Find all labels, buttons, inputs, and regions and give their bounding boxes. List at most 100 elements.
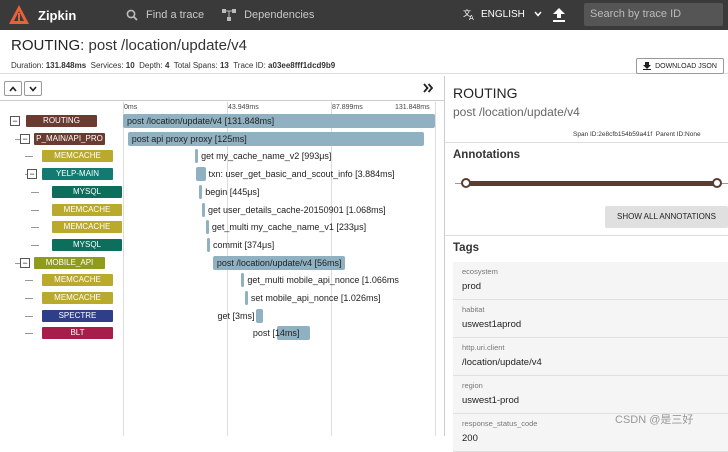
annotation-marker-start[interactable] [461, 178, 471, 188]
span-label: begin [445μs] [205, 186, 260, 197]
language-selector[interactable]: 文A ENGLISH [463, 8, 548, 20]
span-bar[interactable] [199, 184, 203, 199]
download-json-button[interactable]: DOWNLOAD JSON [636, 58, 724, 74]
trace-id-search-input[interactable]: Search by trace ID [584, 3, 723, 26]
span-label: get_multi mobile_api_nonce [1.066ms [247, 275, 399, 286]
tags-title: Tags [453, 242, 479, 254]
tag-key: habitat [462, 305, 485, 314]
language-label: ENGLISH [481, 8, 525, 20]
watermark: CSDN @是三好 [615, 414, 694, 426]
span-row[interactable]: MYSQL begin [445μs] [0, 184, 444, 201]
search-icon [126, 9, 138, 21]
span-row[interactable]: MEMCACHE get user_details_cache-20150901 … [0, 202, 444, 219]
service-badge: MYSQL [52, 238, 122, 251]
span-row[interactable]: − YELP-MAIN txn: user_get_basic_and_scout_… [0, 166, 444, 183]
total-spans-value: 13 [219, 61, 229, 70]
span-label: txn: user_get_basic_and_scout_info [3.88… [208, 169, 395, 180]
show-all-annotations-button[interactable]: SHOW ALL ANNOTATIONS [605, 206, 728, 228]
section-divider [445, 142, 728, 143]
span-row[interactable]: − MOBILE_API post /location/update/v4 [56m… [0, 255, 444, 272]
collapse-up-button[interactable] [4, 81, 22, 96]
tree-connector [31, 191, 39, 193]
span-row[interactable]: − P_MAIN/API_PRO post api proxy proxy [125… [0, 131, 444, 148]
collapse-toggle[interactable]: − [27, 169, 37, 180]
span-label: get_multi my_cache_name_v1 [233μs] [211, 222, 367, 233]
collapse-toggle[interactable]: − [10, 116, 20, 126]
tree-connector [25, 315, 33, 317]
span-bar[interactable] [255, 308, 263, 323]
dependencies-icon [222, 9, 237, 21]
tag-value: uswest1-prod [462, 395, 520, 406]
depth-value: 4 [164, 61, 170, 70]
tag-key: ecosystem [462, 267, 498, 276]
tag-key: response_status_code [462, 419, 538, 428]
span-bar[interactable] [207, 237, 210, 252]
nav-dependencies-label: Dependencies [244, 9, 315, 21]
parent-id-label: Parent ID: [655, 131, 686, 138]
tag-item: region uswest1-prod [453, 376, 728, 414]
chevron-up-icon [9, 85, 17, 92]
collapse-toggle[interactable]: − [20, 257, 30, 268]
span-label: commit [374μs] [213, 239, 275, 250]
span-bar[interactable] [195, 149, 199, 164]
upload-button[interactable] [552, 7, 566, 25]
trace-timeline: 0ms 43.949ms 87.899ms 131.848ms − ROUTING pos… [0, 76, 444, 436]
collapse-toggle[interactable]: − [20, 133, 30, 144]
service-badge: MEMCACHE [42, 292, 113, 304]
tree-connector [25, 333, 33, 335]
duration-value: 131.848ms [45, 61, 87, 70]
timeline-tick-label: 43.949ms [228, 104, 259, 111]
annotation-marker-end[interactable] [712, 178, 722, 188]
nav-find-trace[interactable]: Find a trace [126, 9, 204, 21]
tree-connector [25, 298, 33, 299]
span-row[interactable]: − ROUTING post /location/update/v4 [131.84… [0, 113, 444, 130]
nav-find-trace-label: Find a trace [146, 9, 205, 21]
span-row[interactable]: SPECTRE get [3ms] [0, 308, 444, 325]
span-row[interactable]: MEMCACHE get_multi mobile_api_nonce [1.06… [0, 272, 444, 289]
service-badge: MYSQL [52, 185, 122, 198]
span-row[interactable]: MEMCACHE get my_cache_name_v2 [993μs] [0, 148, 444, 165]
span-bar[interactable] [244, 291, 248, 305]
top-navbar: Zipkin Find a trace Dependencies 文A ENGL… [0, 0, 728, 30]
trace-id-label: Trace ID: [233, 61, 266, 70]
translate-icon: 文A [463, 8, 474, 20]
depth-label: Depth: [139, 61, 163, 70]
tree-connector [31, 227, 39, 229]
service-badge: MEMCACHE [52, 221, 122, 234]
span-bar[interactable] [241, 273, 245, 288]
chevron-down-icon [534, 11, 542, 17]
service-badge: MEMCACHE [52, 203, 122, 216]
span-bar[interactable] [196, 167, 206, 182]
span-row[interactable]: MEMCACHE set mobile_api_nonce [1.026ms] [0, 290, 444, 307]
brand[interactable]: Zipkin [8, 4, 116, 26]
span-row[interactable]: MEMCACHE get_multi my_cache_name_v1 [233μ… [0, 219, 444, 236]
span-label: set mobile_api_nonce [1.026ms] [250, 293, 381, 303]
span-row[interactable]: BLT post [14ms] [0, 325, 444, 342]
span-row[interactable]: MYSQL commit [374μs] [0, 237, 444, 254]
tag-value: 200 [462, 433, 478, 444]
download-json-label: DOWNLOAD JSON [655, 62, 717, 70]
annotation-track [465, 181, 719, 186]
span-bar[interactable] [205, 220, 209, 235]
upload-icon [553, 8, 565, 22]
nav-dependencies[interactable]: Dependencies [222, 9, 314, 21]
tree-connector [25, 280, 33, 282]
span-id-label: Span ID: [573, 131, 599, 138]
span-label: post /location/update/v4 [131.848ms] [127, 116, 275, 126]
span-label: post api proxy proxy [125ms] [131, 133, 247, 144]
expand-down-button[interactable] [24, 81, 42, 96]
service-badge: MEMCACHE [42, 274, 113, 287]
span-label: get user_details_cache-20150901 [1.068ms… [208, 204, 386, 215]
tag-key: region [462, 381, 483, 390]
double-chevron-right-icon [423, 83, 434, 93]
span-detail-panel: ROUTING post /location/update/v4 Span ID… [445, 76, 728, 452]
trace-summary: Duration: 131.848ms Services: 10 Depth: … [11, 61, 335, 70]
timeline-tick-label: 0ms [124, 104, 138, 111]
toggle-detail-pane-button[interactable] [423, 82, 434, 96]
tag-value: /location/update/v4 [462, 357, 542, 368]
service-badge: MEMCACHE [42, 150, 113, 163]
span-bar[interactable] [202, 202, 206, 217]
tag-key: http.uri.client [462, 343, 505, 352]
detail-operation: post /location/update/v4 [453, 105, 580, 119]
tag-item: habitat uswest1aprod [453, 300, 728, 338]
